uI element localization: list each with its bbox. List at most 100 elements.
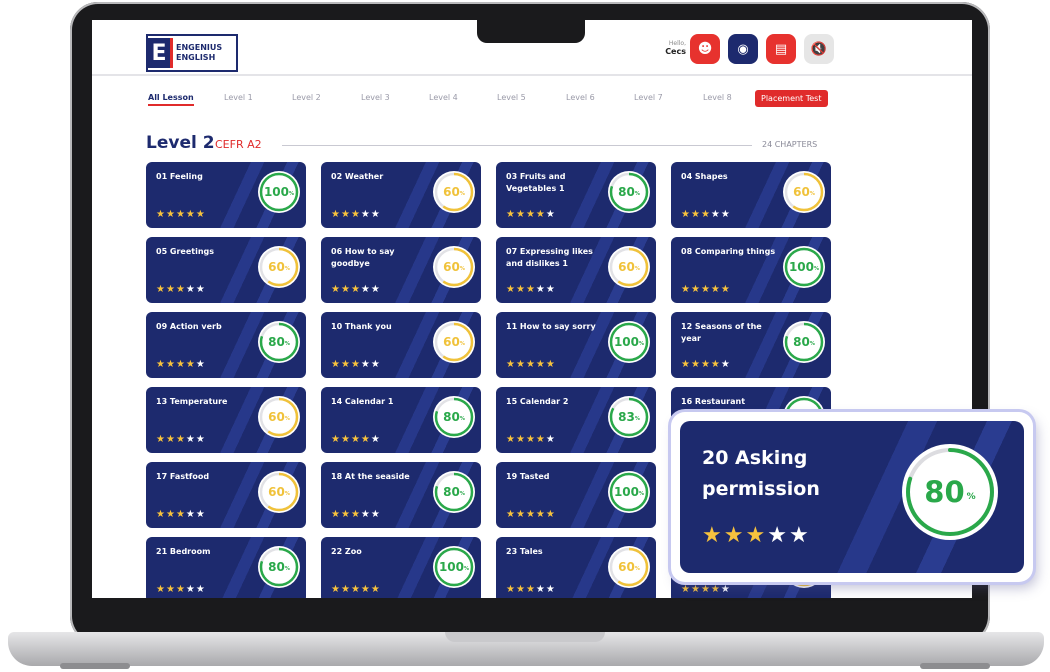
tab-level-2[interactable]: Level 2 <box>292 93 321 102</box>
lesson-stars: ★★★★★ <box>506 360 556 370</box>
star-icon: ★ <box>175 209 186 220</box>
star-icon: ★ <box>350 584 361 595</box>
lesson-title: 17 Fastfood <box>156 472 210 481</box>
lesson-card[interactable]: 13 Temperature ★★★★★ 60% <box>146 387 306 453</box>
star-icon: ★ <box>340 359 351 370</box>
star-icon: ★ <box>165 434 176 445</box>
lesson-card[interactable]: 21 Bedroom ★★★★★ 80% <box>146 537 306 598</box>
lesson-card[interactable]: 08 Comparing things ★★★★★ 100% <box>671 237 831 303</box>
star-icon: ★ <box>175 359 186 370</box>
lesson-title: 04 Shapes <box>681 172 728 181</box>
progress-ring: 60% <box>783 171 825 213</box>
avatar[interactable]: ☻ <box>690 34 720 64</box>
star-icon: ★ <box>185 584 196 595</box>
lesson-card[interactable]: 09 Action verb ★★★★★ 80% <box>146 312 306 378</box>
mute-button[interactable]: 🔇 <box>804 34 834 64</box>
star-icon: ★ <box>360 209 371 220</box>
laptop-groove <box>445 632 605 642</box>
star-icon: ★ <box>185 509 196 520</box>
laptop-foot <box>60 663 130 669</box>
lesson-title: 06 How to say goodbye <box>331 247 395 268</box>
star-icon: ★ <box>185 209 196 220</box>
star-icon: ★ <box>175 434 186 445</box>
progress-percent: 80% <box>793 335 815 349</box>
lesson-popup[interactable]: 20 Asking permission ★★★★★ 80% <box>671 412 1033 582</box>
lesson-card[interactable]: 06 How to say goodbye ★★★★★ 60% <box>321 237 481 303</box>
tab-level-4[interactable]: Level 4 <box>429 93 458 102</box>
level-cefr: CEFR A2 <box>215 138 262 151</box>
lesson-card[interactable]: 10 Thank you ★★★★★ 60% <box>321 312 481 378</box>
lesson-card[interactable]: 02 Weather ★★★★★ 60% <box>321 162 481 228</box>
star-icon: ★ <box>175 584 186 595</box>
progress-ring: 60% <box>258 246 300 288</box>
tab-level-6[interactable]: Level 6 <box>566 93 595 102</box>
lesson-card[interactable]: 05 Greetings ★★★★★ 60% <box>146 237 306 303</box>
star-icon: ★ <box>745 523 768 548</box>
star-icon: ★ <box>360 584 371 595</box>
star-icon: ★ <box>195 209 206 220</box>
notes-button[interactable]: ▤ <box>766 34 796 64</box>
progress-ring: 60% <box>258 471 300 513</box>
star-icon: ★ <box>506 434 516 445</box>
lesson-card[interactable]: 04 Shapes ★★★★★ 60% <box>671 162 831 228</box>
lesson-card[interactable]: 17 Fastfood ★★★★★ 60% <box>146 462 306 528</box>
lesson-stars: ★★★★★ <box>156 210 206 220</box>
star-icon: ★ <box>156 434 166 445</box>
lesson-stars: ★★★★★ <box>331 210 381 220</box>
tab-level-3[interactable]: Level 3 <box>361 93 390 102</box>
logo[interactable]: E ENGENIUS ENGLISH <box>146 34 238 72</box>
tab-level-1[interactable]: Level 1 <box>224 93 253 102</box>
tab-level-8[interactable]: Level 8 <box>703 93 732 102</box>
star-icon: ★ <box>525 509 536 520</box>
lesson-card[interactable]: 18 At the seaside ★★★★★ 80% <box>321 462 481 528</box>
lesson-stars: ★★★★★ <box>681 210 731 220</box>
star-icon: ★ <box>195 434 206 445</box>
progress-percent: 60% <box>443 260 465 274</box>
lesson-card[interactable]: 01 Feeling ★★★★★ 100% <box>146 162 306 228</box>
lesson-card[interactable]: 11 How to say sorry ★★★★★ 100% <box>496 312 656 378</box>
tab-placement-test[interactable]: Placement Test <box>755 90 828 107</box>
star-icon: ★ <box>525 359 536 370</box>
divider <box>282 145 752 146</box>
progress-percent: 100% <box>613 485 645 499</box>
progress-ring: 60% <box>258 396 300 438</box>
lesson-card[interactable]: 23 Tales ★★★★★ 60% <box>496 537 656 598</box>
record-button[interactable]: ◉ <box>728 34 758 64</box>
progress-ring: 60% <box>433 171 475 213</box>
popup-card[interactable]: 20 Asking permission ★★★★★ 80% <box>680 421 1024 573</box>
star-icon: ★ <box>702 523 724 548</box>
lesson-title: 12 Seasons of the year <box>681 322 762 343</box>
star-icon: ★ <box>545 209 556 220</box>
star-icon: ★ <box>525 584 536 595</box>
tab-level-5[interactable]: Level 5 <box>497 93 526 102</box>
lesson-card[interactable]: 12 Seasons of the year ★★★★★ 80% <box>671 312 831 378</box>
tab-level-7[interactable]: Level 7 <box>634 93 663 102</box>
star-icon: ★ <box>340 509 351 520</box>
star-icon: ★ <box>350 209 361 220</box>
lesson-card[interactable]: 03 Fruits and Vegetables 1 ★★★★★ 80% <box>496 162 656 228</box>
progress-percent: 60% <box>443 185 465 199</box>
lesson-card[interactable]: 14 Calendar 1 ★★★★★ 80% <box>321 387 481 453</box>
progress-percent: 60% <box>443 335 465 349</box>
progress-ring: 80% <box>433 396 475 438</box>
star-icon: ★ <box>156 509 166 520</box>
popup-stars: ★★★★★ <box>702 525 811 547</box>
star-icon: ★ <box>360 284 371 295</box>
progress-ring: 100% <box>608 321 650 363</box>
level-tabs: All Lesson Level 1 Level 2 Level 3 Level… <box>148 90 868 110</box>
lesson-stars: ★★★★★ <box>156 435 206 445</box>
star-icon: ★ <box>370 359 381 370</box>
greeting: Hello, Cecs <box>648 40 686 56</box>
star-icon: ★ <box>350 434 361 445</box>
progress-ring: 60% <box>608 546 650 588</box>
lesson-card[interactable]: 19 Tasted ★★★★★ 100% <box>496 462 656 528</box>
lesson-card[interactable]: 15 Calendar 2 ★★★★★ 83% <box>496 387 656 453</box>
star-icon: ★ <box>350 284 361 295</box>
star-icon: ★ <box>545 434 556 445</box>
star-icon: ★ <box>535 509 546 520</box>
star-icon: ★ <box>506 584 516 595</box>
star-icon: ★ <box>710 584 721 595</box>
lesson-card[interactable]: 22 Zoo ★★★★★ 100% <box>321 537 481 598</box>
tab-all-lesson[interactable]: All Lesson <box>148 93 194 106</box>
lesson-card[interactable]: 07 Expressing likes and dislikes 1 ★★★★★ 6… <box>496 237 656 303</box>
